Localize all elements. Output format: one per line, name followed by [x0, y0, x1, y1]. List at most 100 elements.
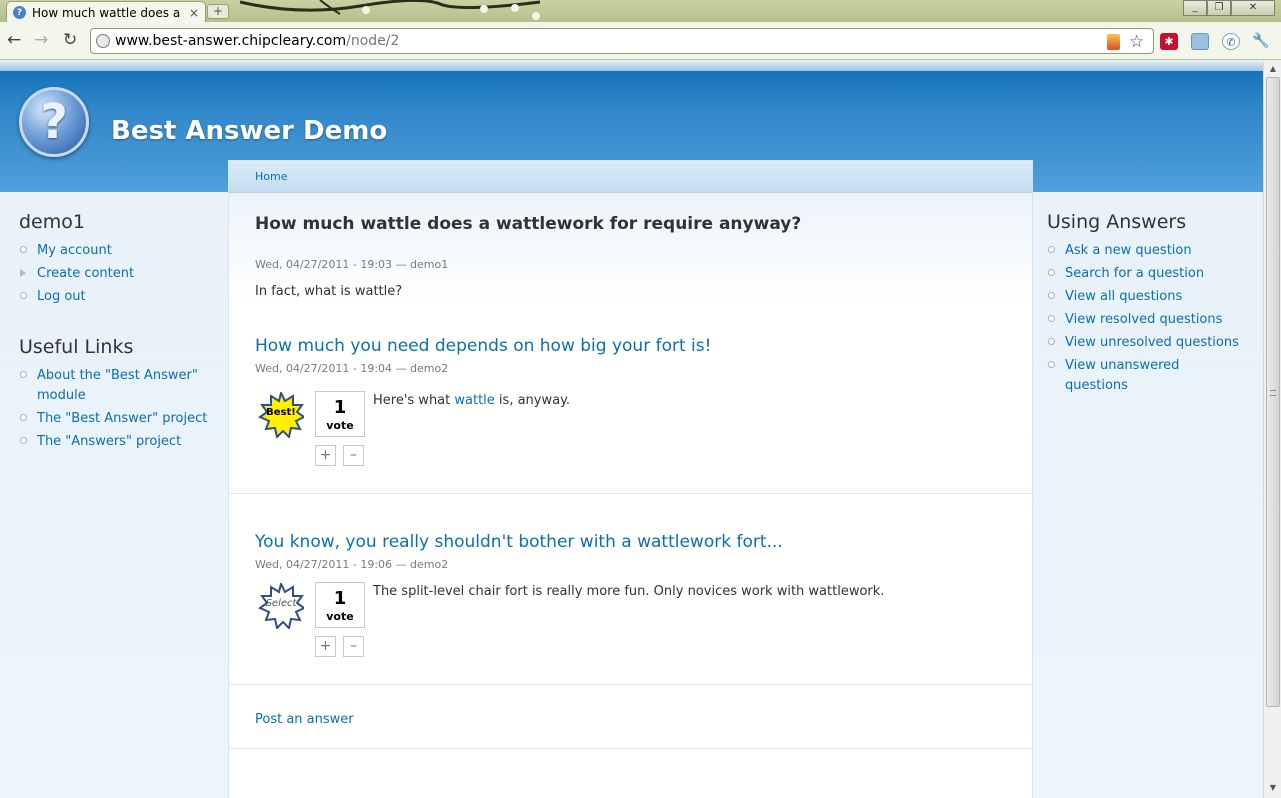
bullet-icon — [1048, 338, 1055, 345]
breadcrumb-bar: Home — [229, 161, 1032, 193]
grip-icon — [1270, 390, 1276, 396]
site-name[interactable]: Best Answer Demo — [111, 116, 387, 146]
downvote-button[interactable]: – — [343, 636, 364, 657]
scroll-thumb[interactable] — [1266, 77, 1280, 707]
vote-count: 1 — [333, 397, 347, 418]
bullet-icon — [20, 292, 27, 299]
view-all-questions-link[interactable]: View all questions — [1065, 289, 1182, 304]
select-badge-label: Select — [265, 598, 297, 609]
star-icon[interactable]: ☆ — [1129, 34, 1145, 51]
forward-button[interactable]: → — [34, 31, 48, 49]
close-tab-icon[interactable]: × — [189, 6, 199, 20]
question-favicon-icon: ? — [13, 6, 26, 19]
search-question-link[interactable]: Search for a question — [1065, 266, 1204, 281]
maximize-button[interactable]: ❐ — [1207, 0, 1231, 16]
user-menu-item: Log out — [19, 287, 219, 307]
useful-link-item: The "Answers" project — [19, 432, 219, 452]
scroll-down-icon[interactable]: ▼ — [1266, 781, 1280, 795]
downvote-button[interactable]: – — [343, 445, 364, 466]
wrench-icon[interactable]: 🔧 — [1252, 33, 1270, 50]
useful-link-item: The "Best Answer" project — [19, 409, 219, 429]
useful-link-item: About the "Best Answer" module — [19, 366, 219, 406]
create-content-link[interactable]: Create content — [37, 266, 134, 281]
select-best-answer-button[interactable]: Select — [257, 581, 306, 630]
reload-button[interactable]: ↻ — [63, 31, 77, 49]
view-unresolved-link[interactable]: View unresolved questions — [1065, 335, 1239, 350]
minimize-button[interactable]: _ — [1183, 0, 1207, 16]
answer-divider — [229, 748, 1032, 749]
collapsed-arrow-icon — [20, 269, 26, 277]
answer-body-text: is, anyway. — [494, 393, 571, 408]
my-account-link[interactable]: My account — [37, 243, 112, 258]
answer-body: Here's what wattle is, anyway. — [373, 393, 570, 408]
answer-title-link[interactable]: You know, you really shouldn't bother wi… — [255, 532, 783, 552]
bullet-icon — [20, 437, 27, 444]
upvote-button[interactable]: + — [315, 445, 336, 466]
answers-menu-item: View unanswered questions — [1047, 356, 1237, 396]
bullet-icon — [1048, 246, 1055, 253]
answers-project-link[interactable]: The "Answers" project — [37, 434, 181, 449]
answers-menu-item: View resolved questions — [1047, 310, 1257, 330]
wattle-link[interactable]: wattle — [454, 393, 494, 408]
log-out-link[interactable]: Log out — [37, 289, 86, 304]
question-body: In fact, what is wattle? — [255, 284, 403, 299]
page-scrollbar[interactable]: ▲ ▼ — [1263, 61, 1281, 798]
user-menu-item: My account — [19, 241, 219, 261]
extension-phone-icon[interactable]: ✆ — [1222, 33, 1240, 50]
vote-label: vote — [326, 419, 354, 432]
vote-count-box: 1 vote — [315, 391, 365, 437]
url-text: www.best-answer.chipcleary.com/node/2 — [115, 33, 400, 49]
answers-menu-item: Search for a question — [1047, 264, 1257, 284]
branch-decoration — [240, 0, 541, 20]
post-answer-link[interactable]: Post an answer — [255, 712, 354, 727]
vote-count-box: 1 vote — [315, 582, 365, 628]
useful-links-block: Useful Links About the "Best Answer" mod… — [19, 336, 219, 452]
bullet-icon — [20, 246, 27, 253]
user-menu-item: Create content — [19, 264, 219, 284]
question-meta: Wed, 04/27/2011 - 19:03 — demo1 — [255, 258, 449, 271]
bullet-icon — [20, 414, 27, 421]
about-best-answer-link[interactable]: About the "Best Answer" module — [37, 368, 198, 403]
bookmark-flag-icon[interactable] — [1107, 34, 1120, 50]
answer-meta: Wed, 04/27/2011 - 19:04 — demo2 — [255, 362, 449, 375]
extension-red-icon[interactable]: ✱ — [1160, 33, 1178, 50]
answers-menu-item: View unresolved questions — [1047, 333, 1257, 353]
best-answer-badge[interactable]: Best! — [257, 390, 306, 439]
useful-links-title: Useful Links — [19, 336, 134, 358]
browser-tab[interactable]: ? How much wattle does a ... × — [6, 1, 206, 23]
bullet-icon — [20, 371, 27, 378]
breadcrumb-home-link[interactable]: Home — [255, 170, 287, 183]
header-top-strip — [0, 61, 1263, 71]
answer-divider — [229, 493, 1032, 494]
bullet-icon — [1048, 269, 1055, 276]
back-button[interactable]: ← — [7, 31, 21, 49]
close-window-button[interactable]: ✕ — [1231, 0, 1275, 16]
new-tab-button[interactable]: + — [207, 4, 229, 19]
answers-menu-item: Ask a new question — [1047, 241, 1257, 261]
answer-title-link[interactable]: How much you need depends on how big you… — [255, 336, 711, 356]
vote-count: 1 — [333, 588, 347, 609]
extension-card-icon[interactable] — [1191, 33, 1209, 50]
user-block-title: demo1 — [19, 211, 85, 233]
view-unanswered-link[interactable]: View unanswered questions — [1065, 358, 1179, 393]
right-sidebar: Using Answers Ask a new question Search … — [1047, 211, 1257, 425]
question-title: How much wattle does a wattlework for re… — [255, 214, 802, 234]
answer-body: The split-level chair fort is really mor… — [373, 584, 885, 599]
view-resolved-link[interactable]: View resolved questions — [1065, 312, 1222, 327]
answers-menu-item: View all questions — [1047, 287, 1257, 307]
site-logo[interactable]: ? — [19, 87, 89, 157]
answer-divider — [229, 684, 1032, 685]
bullet-icon — [1048, 292, 1055, 299]
browser-titlebar: ? How much wattle does a ... × + _ ❐ ✕ — [0, 0, 1281, 23]
user-menu-block: demo1 My account Create content Log out — [19, 211, 219, 307]
best-badge-label: Best! — [266, 407, 296, 418]
best-answer-project-link[interactable]: The "Best Answer" project — [37, 411, 207, 426]
scroll-up-icon[interactable]: ▲ — [1266, 62, 1280, 76]
globe-icon — [96, 34, 110, 48]
bullet-icon — [1048, 315, 1055, 322]
address-bar[interactable]: www.best-answer.chipcleary.com/node/2 ☆ — [90, 28, 1154, 54]
bullet-icon — [1048, 361, 1055, 368]
answer-body-text: Here's what — [373, 393, 455, 408]
ask-question-link[interactable]: Ask a new question — [1065, 243, 1192, 258]
upvote-button[interactable]: + — [315, 636, 336, 657]
